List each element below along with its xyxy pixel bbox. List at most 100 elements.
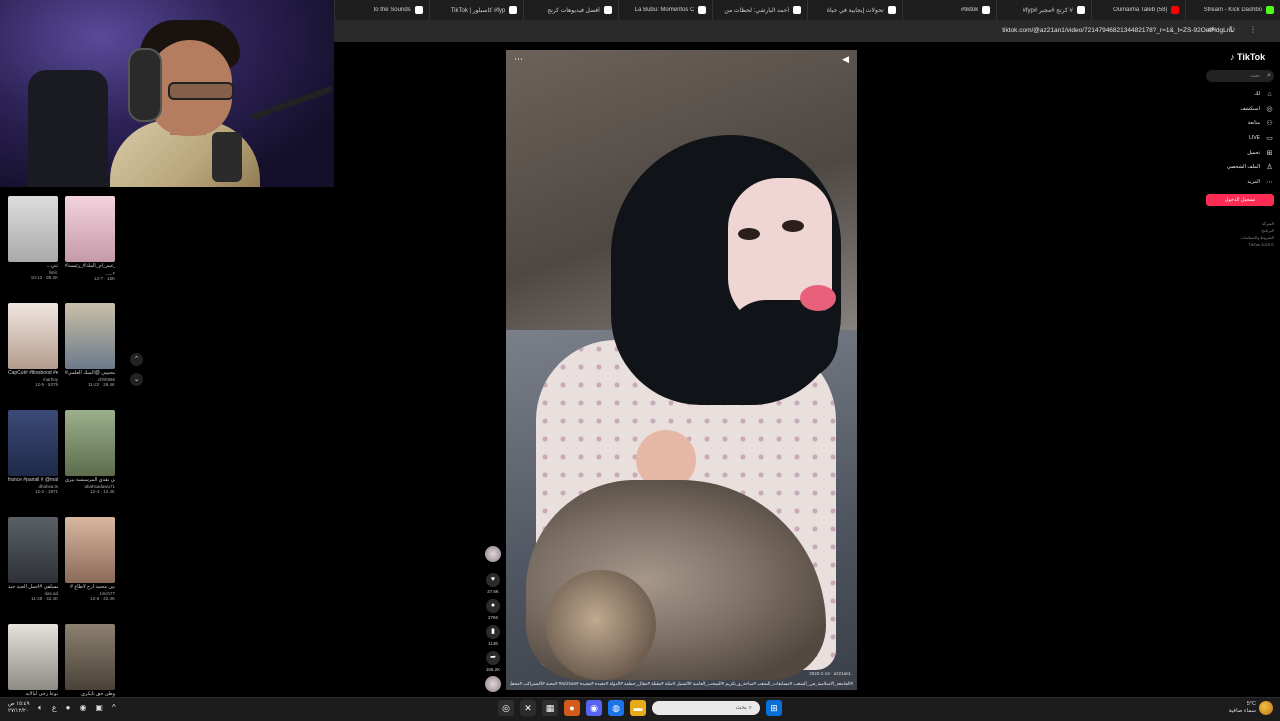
login-button[interactable]: تسجيل الدخول [1206, 194, 1274, 206]
record-icon[interactable]: ◉ [79, 703, 86, 713]
taskbar-apps: ◎ ✕ ▦ ● ◉ ◍ ▬ بحث ⌕ ⊞ [498, 700, 782, 716]
browser-tab[interactable]: La Bubu: Momentos C [617, 0, 713, 20]
share-button[interactable]: ➦ 166.2K [485, 651, 501, 672]
weather-widget[interactable]: 5°C سماء صافية [1222, 701, 1256, 715]
footer-link[interactable]: TikTok 2025 © [1236, 241, 1274, 248]
tab-title: La Bubu: Momentos C [634, 7, 695, 13]
tiktok-nav-item[interactable]: استكشف ◎ [1210, 102, 1274, 117]
address-bar[interactable]: tiktok.com/@az21an1/video/72147946821344… [954, 25, 1234, 37]
tab-title: to the Sounds [373, 7, 411, 13]
tiktok-nav-item[interactable]: المزيد ⋯ [1210, 175, 1274, 190]
clock[interactable]: ١٥:٤٩ ص ٢٧/١٢/٢٠ [8, 701, 30, 715]
video-meta: 11-28 · 42.4K [31, 596, 58, 601]
video-title: ...تتي [46, 263, 58, 269]
video-caption: #الجامعة_الاسلامية_في_الشعب #مسابقات_الش… [510, 681, 853, 686]
tiktok-nav-item[interactable]: متابعة ⚇ [1210, 116, 1274, 131]
like-button[interactable]: ♥ 37.6K [485, 573, 501, 594]
recommended-video[interactable]: # بين محمد ارح لاطاع zinch77 12-5 · 42.4K [65, 517, 115, 601]
tab-title: تحولات إيجابية في حياة [826, 7, 884, 14]
tiktok-nav-item[interactable]: لك ⌂ [1210, 87, 1274, 102]
menu-icon[interactable]: ⋮ [1248, 25, 1258, 35]
recommended-video[interactable]: CapCut# #tlissbood #eytamarhoy12-5 · 537… [8, 303, 58, 387]
browser-tab[interactable]: #fyp# كرنج #مجبر # [996, 0, 1091, 20]
footer-link[interactable]: الشروط والسياسات [1236, 234, 1274, 241]
taskbar-search-input[interactable]: بحث ⌕ [652, 701, 760, 715]
video-thumbnail [8, 624, 58, 690]
recommended-video[interactable]: france #pariall # @mal# dhahsa.ts 12-2 · 1… [8, 410, 58, 494]
recommended-video[interactable]: ...تتي limit. 10-13 · 89.2K [8, 196, 58, 280]
recommended-video[interactable]: وطن حق تايكري [65, 624, 115, 698]
volume-icon[interactable]: ◀ [842, 54, 849, 65]
video-meta: 12-2 · 1971 [34, 489, 58, 494]
video-mask [726, 300, 838, 380]
recommended-video[interactable]: لمسحك قلا مسلقي #أجمل الجيد حيدdas.ad11-… [8, 517, 58, 601]
nav-label: لك [1254, 91, 1260, 98]
scroll-down-button[interactable]: ⌄ [130, 373, 143, 386]
video-title: #زعيم_أم_المك#_رئيسة [65, 263, 115, 269]
tab-favicon-icon [603, 6, 612, 14]
browser-tab[interactable]: to the Sounds [334, 0, 429, 20]
recommended-video[interactable]: قابي بقدي المرسيسة بيري abahsadawu71 12-4 … [65, 410, 115, 494]
comment-button[interactable]: ● 2756 [485, 599, 501, 620]
video-thumbnail [65, 517, 115, 583]
search-icon: ⌕ [1267, 72, 1271, 79]
gaming-chair [28, 70, 108, 187]
tab-favicon-icon [887, 6, 896, 14]
nav-label: استكشف [1240, 105, 1261, 112]
video-doll-lips [800, 285, 836, 311]
tiktok-nav-item[interactable]: تحميل ⊞ [1210, 145, 1274, 160]
like-count: 37.6K [487, 589, 499, 594]
nav-label: الملف الشخصي [1226, 164, 1260, 171]
video-player[interactable]: ⋯ ◀ 2023-1-14 · az21an1 #الجامعة_الاسلام… [506, 50, 857, 690]
task-view-icon[interactable]: ▦ [542, 700, 558, 716]
capcut-icon[interactable]: ✕ [520, 700, 536, 716]
tiktok-search-input[interactable]: بحث ⌕ [1206, 70, 1274, 82]
tiktok-nav-item[interactable]: الملف الشخصي ♙ [1210, 160, 1274, 175]
tray-app-icon[interactable]: ▣ [95, 703, 103, 713]
chrome-icon[interactable]: ◍ [608, 700, 624, 716]
speaker-icon[interactable]: 🔈︎ [38, 703, 43, 713]
more-options-icon[interactable]: ⋯ [514, 54, 523, 65]
recommended-video[interactable]: #زعيم_أم_المك#_رئيسة ___ه 12-7 · 16K [65, 196, 115, 281]
browser-tab[interactable]: Stream - Kick Dashbo [1185, 0, 1280, 20]
extensions-icon[interactable]: ⇄ [1206, 25, 1216, 35]
tiktok-nav-item[interactable]: LIVE ▭ [1210, 131, 1274, 146]
profile-icon: ♙ [1266, 164, 1273, 172]
creator-avatar[interactable] [485, 546, 501, 562]
browser-tab[interactable]: Oumaima Taleb (58) [1090, 0, 1186, 20]
nav-label: تحميل [1247, 149, 1260, 156]
video-doll-eye-left [738, 228, 760, 240]
file-explorer-icon[interactable]: ▬ [630, 700, 646, 716]
music-disc[interactable] [485, 676, 501, 692]
recommended-video[interactable]: نوعا رحى لبالاية [8, 624, 58, 698]
footer-link[interactable]: الشركة [1236, 220, 1274, 227]
tiktok-logo[interactable]: ♪ TikTok [1230, 52, 1265, 62]
keyboard-lang-icon[interactable]: ع [52, 703, 57, 713]
windows-start-icon[interactable]: ⊞ [766, 700, 782, 716]
following-icon: ⚇ [1266, 120, 1273, 128]
firefox-icon[interactable]: ● [564, 700, 580, 716]
tab-title: #fyp# كرنج #مجبر # [1022, 7, 1073, 14]
obs-icon[interactable]: ◎ [498, 700, 514, 716]
discord-icon[interactable]: ◉ [586, 700, 602, 716]
recommended-video[interactable]: #مسحيييي @الميك العلميchhh95511-22 · 29.… [65, 303, 115, 387]
save-button[interactable]: ▮ 1136 [485, 625, 501, 646]
nav-label: المزيد [1247, 178, 1260, 185]
browser-tab[interactable]: #tiktok [901, 0, 997, 20]
tab-favicon-icon [1076, 6, 1085, 14]
video-title: قابي بقدي المرسيسة بيري [65, 477, 115, 483]
home-icon: ⌂ [1267, 90, 1272, 98]
clock-time: ١٥:٤٩ ص [8, 701, 30, 707]
scroll-up-button[interactable]: ⌃ [130, 353, 143, 366]
browser-tab[interactable]: تحولات إيجابية في حياة [807, 0, 902, 20]
chevron-up-icon[interactable]: ^ [112, 703, 116, 713]
tab-title: #tiktok [960, 7, 979, 13]
browser-tab[interactable]: أفضل فيديوهات كرنج [523, 0, 618, 20]
browser-toolbar: tiktok.com/@az21an1/video/72147946821344… [334, 20, 1280, 42]
mic-icon[interactable]: ● [66, 703, 71, 713]
browser-tab[interactable]: TikTok | كاسبلور #fyp [428, 0, 524, 20]
footer-link[interactable]: البرنامج [1236, 227, 1274, 234]
save-count: 1136 [488, 641, 498, 646]
browser-tab[interactable]: أحمد البارشي: لحظات من [712, 0, 807, 20]
reload-icon[interactable]: ↻ [1227, 25, 1237, 35]
